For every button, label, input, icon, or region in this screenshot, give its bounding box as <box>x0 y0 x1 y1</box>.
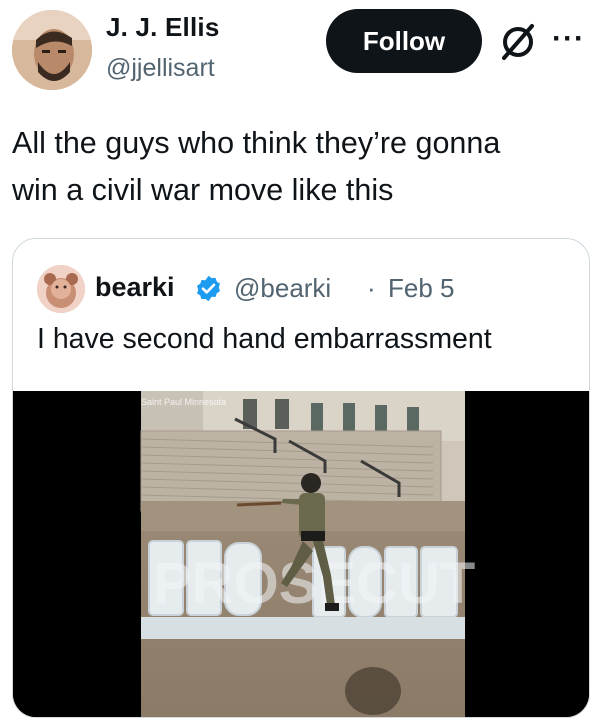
quote-handle[interactable]: @bearki <box>234 273 331 304</box>
location-tag: Saint Paul Minnesota <box>141 397 227 407</box>
more-options-icon[interactable]: ··· <box>552 22 596 58</box>
avatar-illustration <box>37 265 85 313</box>
author-avatar[interactable] <box>12 10 92 90</box>
quote-date[interactable]: Feb 5 <box>388 273 455 304</box>
author-handle[interactable]: @jjellisart <box>106 54 215 83</box>
tweet-header: J. J. Ellis @jjellisart Follow ··· <box>0 0 600 100</box>
tweet-text-line-1: All the guys who think they’re gonna <box>12 126 501 160</box>
quote-display-name[interactable]: bearki <box>95 272 175 303</box>
ice-sign-text: PROSECUT <box>153 551 475 616</box>
author-display-name[interactable]: J. J. Ellis <box>106 12 220 43</box>
tweet-body: All the guys who think they’re gonna win… <box>12 120 592 214</box>
video-frame: PROSECUT <box>13 391 589 717</box>
video-player[interactable]: PROSECUT Saint Paul Minnesota <box>13 391 589 717</box>
avatar-photo <box>12 10 92 90</box>
grok-icon[interactable] <box>496 20 540 64</box>
quote-text: I have second hand embarrassment <box>37 323 492 355</box>
quote-author-avatar[interactable] <box>37 265 85 313</box>
separator-dot: · <box>367 273 376 303</box>
follow-button[interactable]: Follow <box>326 9 482 73</box>
tweet-text-line-2: win a civil war move like this <box>12 173 394 207</box>
quoted-tweet-card[interactable]: bearki @bearki · Feb 5 I have second han… <box>12 238 590 718</box>
verified-badge-icon <box>194 274 223 303</box>
